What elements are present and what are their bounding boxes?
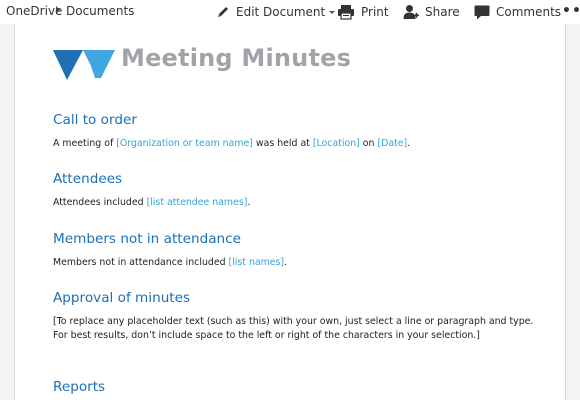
placeholder-location[interactable]: [Location] <box>313 138 360 149</box>
print-label: Print <box>361 5 389 19</box>
attendees-paragraph: Attendees included [list attendee names]… <box>53 197 251 208</box>
comments-label: Comments <box>496 5 562 19</box>
heading-members-not-in-attendance: Members not in attendance <box>53 231 241 247</box>
placeholder-date[interactable]: [Date] <box>377 138 407 149</box>
breadcrumb-separator-icon <box>56 6 60 14</box>
heading-reports: Reports <box>53 379 106 395</box>
breadcrumb-onedrive[interactable]: OneDrive <box>6 4 62 18</box>
command-bar: OneDrive Documents Edit Document Print S… <box>0 0 580 24</box>
heading-call-to-order: Call to order <box>53 112 137 128</box>
placeholder-list-names[interactable]: [list names] <box>229 257 285 268</box>
more-options-button[interactable]: ••• <box>562 1 580 21</box>
placeholder-attendee-names[interactable]: [list attendee names] <box>147 197 248 208</box>
heading-approval-of-minutes: Approval of minutes <box>53 290 191 306</box>
not-attending-paragraph: Members not in attendance included [list… <box>53 257 288 268</box>
comments-button[interactable]: Comments <box>474 2 561 22</box>
share-button[interactable]: Share <box>403 2 460 22</box>
document-page[interactable]: Meeting Minutes Call to order A meeting … <box>14 24 566 400</box>
speech-bubble-icon <box>474 5 490 20</box>
heading-attendees: Attendees <box>53 171 123 187</box>
edit-document-label: Edit Document <box>236 5 326 19</box>
call-to-order-paragraph: A meeting of [Organization or team name]… <box>53 138 411 149</box>
placeholder-organization[interactable]: [Organization or team name] <box>116 138 253 149</box>
chevron-down-icon <box>329 10 336 14</box>
printer-icon <box>337 4 355 20</box>
breadcrumb-documents[interactable]: Documents <box>66 4 134 18</box>
approval-instructions[interactable]: [To replace any placeholder text (such a… <box>53 315 535 343</box>
person-add-icon <box>403 4 419 20</box>
pencil-icon <box>216 5 230 19</box>
share-label: Share <box>425 5 460 19</box>
document-title: Meeting Minutes <box>121 44 352 72</box>
edit-document-button[interactable]: Edit Document <box>216 2 336 22</box>
meeting-minutes-logo-icon <box>53 46 115 84</box>
print-button[interactable]: Print <box>337 2 389 22</box>
